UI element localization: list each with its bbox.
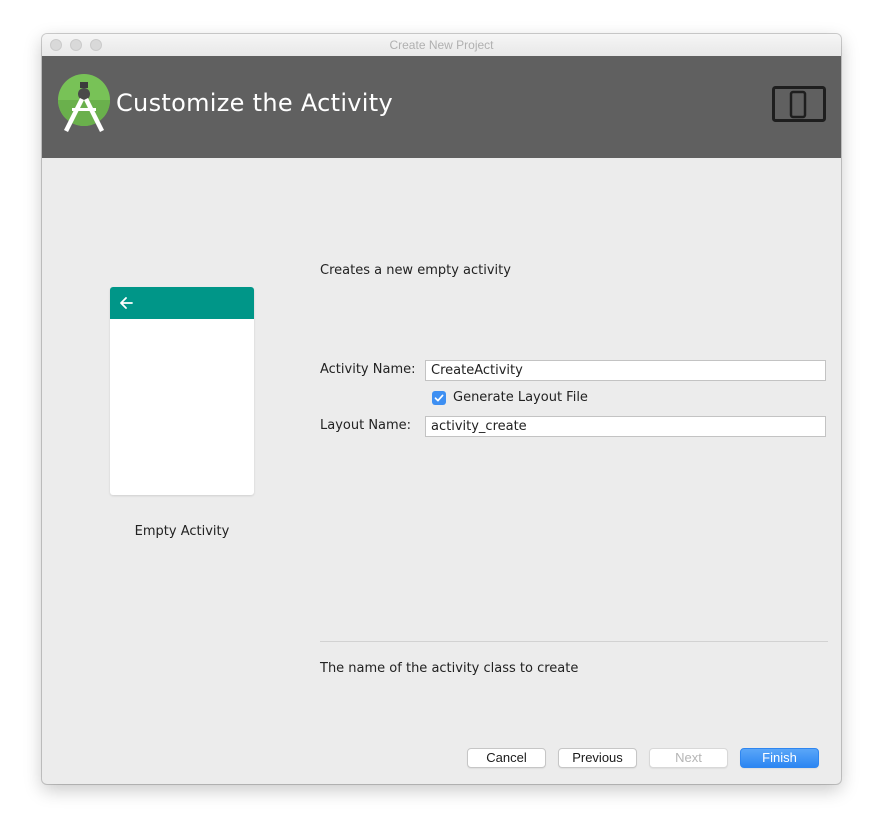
next-button[interactable]: Next [649, 748, 728, 768]
cancel-button[interactable]: Cancel [467, 748, 546, 768]
checkmark-icon [434, 394, 444, 402]
arrow-left-icon [120, 297, 133, 309]
layout-name-input[interactable] [425, 416, 826, 437]
activity-preview [110, 287, 254, 495]
divider [320, 641, 828, 642]
activity-name-input[interactable] [425, 360, 826, 381]
android-studio-icon [58, 74, 110, 132]
preview-toolbar [110, 287, 254, 319]
previous-button[interactable]: Previous [558, 748, 637, 768]
create-project-window: Create New Project Customize the Activit… [42, 34, 841, 784]
title-bar: Create New Project [42, 34, 841, 57]
window-title: Create New Project [389, 38, 494, 52]
layout-name-label: Layout Name: [320, 418, 412, 433]
activity-description: Creates a new empty activity [320, 263, 511, 278]
generate-layout-checkbox[interactable] [432, 391, 446, 405]
wizard-header: Customize the Activity [42, 56, 841, 158]
finish-button[interactable]: Finish [740, 748, 819, 768]
tablet-phone-icon [772, 86, 826, 122]
preview-label: Empty Activity [134, 524, 230, 539]
generate-layout-label[interactable]: Generate Layout File [453, 390, 588, 405]
help-text: The name of the activity class to create [320, 661, 579, 676]
activity-name-label: Activity Name: [320, 362, 416, 377]
page-title: Customize the Activity [116, 89, 393, 117]
